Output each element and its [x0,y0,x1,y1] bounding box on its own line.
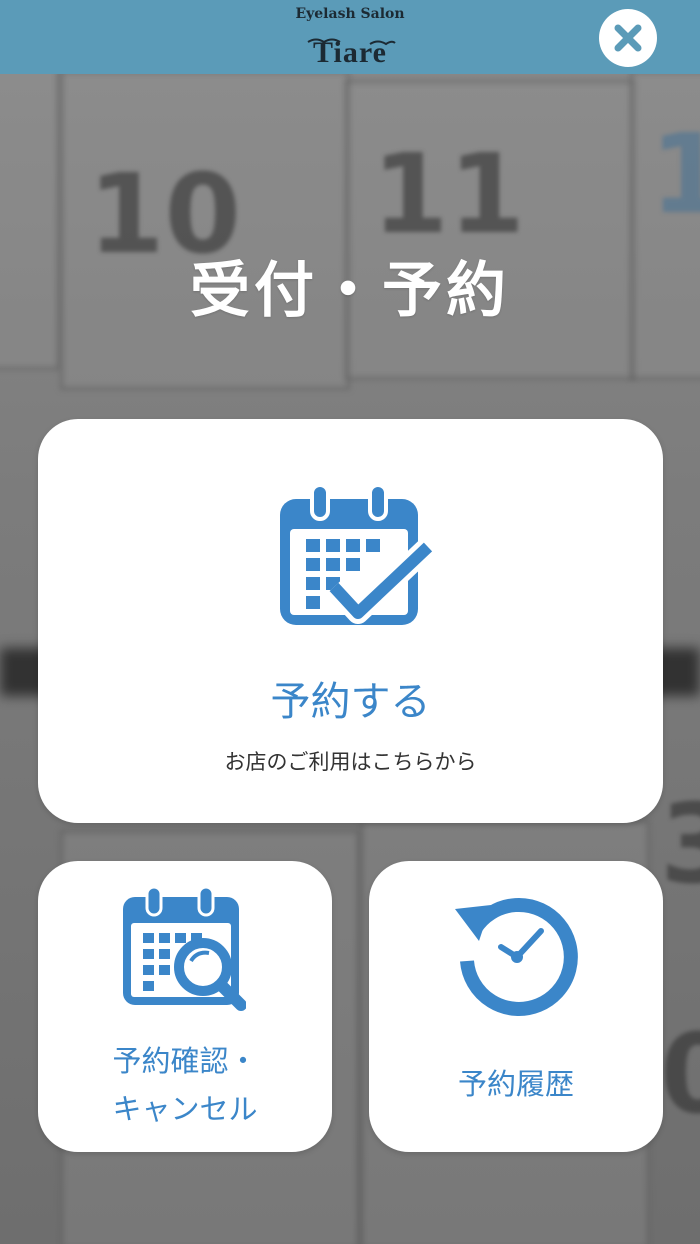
bird-icon [307,38,396,46]
close-icon [614,24,642,52]
reserve-subtext: お店のご利用はこちらから [224,750,477,774]
confirm-cancel-label-line2: キャンセル [112,1092,258,1126]
logo-subtitle: Eyelash Salon [295,6,405,22]
history-clock-icon [455,897,578,1016]
history-label: 予約履歴 [457,1067,574,1101]
calendar-search-icon [123,887,246,1011]
close-button[interactable] [599,9,657,67]
app-header: Eyelash Salon Tiare [0,0,700,74]
reserve-label: 予約する [270,679,431,725]
salon-logo: Eyelash Salon Tiare [270,4,430,70]
page-title: 受付・予約 [190,256,510,326]
calendar-check-icon [280,485,433,625]
confirm-cancel-label: 予約確認・ キャンセル [38,1037,332,1133]
confirm-cancel-button[interactable]: 予約確認・ キャンセル [38,861,332,1152]
reserve-button[interactable]: 予約する お店のご利用はこちらから [38,419,663,823]
history-button[interactable]: 予約履歴 [369,861,663,1152]
confirm-cancel-label-line1: 予約確認・ [112,1044,258,1078]
